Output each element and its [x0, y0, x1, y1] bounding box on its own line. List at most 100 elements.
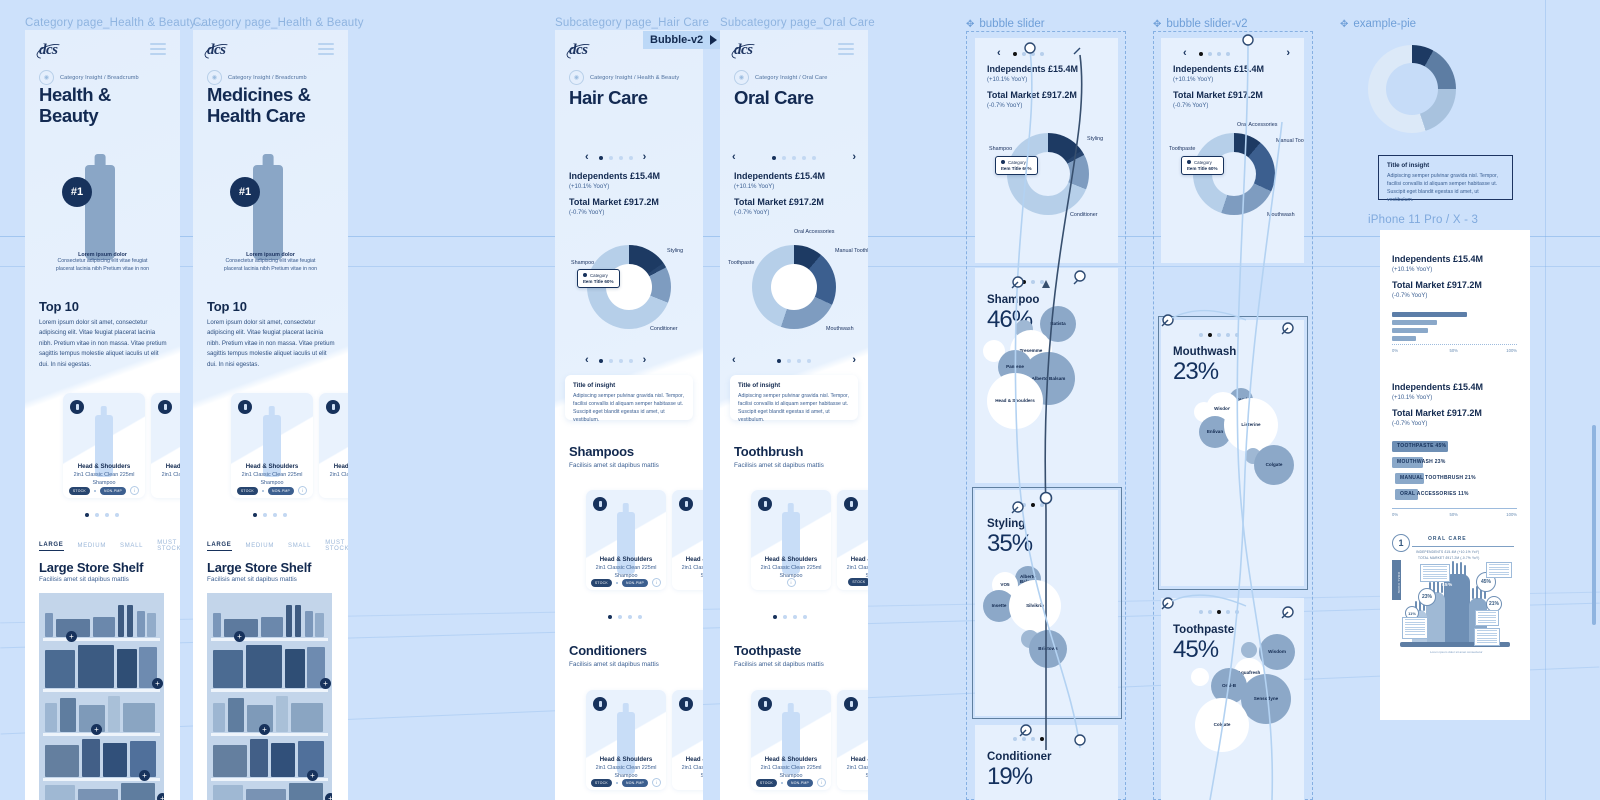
carousel-dots[interactable] [608, 615, 642, 619]
carousel-dots[interactable] [1199, 333, 1239, 337]
prev-arrow-icon[interactable]: ‹ [1183, 48, 1187, 59]
shelf-tabs[interactable]: LARGE MEDIUM SMALL MUST STOCK [39, 540, 180, 552]
product-card[interactable]: Head & Shoulders 2in1 Classic Clean 225m… [837, 690, 868, 790]
carousel-dots[interactable] [1013, 737, 1044, 741]
breadcrumb[interactable]: ◉ Category Insight / Breadcrumb [39, 70, 139, 85]
bubble-slide-mouthwash[interactable]: Mouthwash 23% Corsodyl Wisdom Enlivan Li… [1161, 320, 1304, 586]
insight-card[interactable]: Title of insight Adipiscing semper pulvi… [565, 375, 693, 423]
dot[interactable] [273, 513, 277, 517]
hotspot-icon[interactable]: + [66, 631, 77, 642]
bookmark-icon[interactable] [679, 497, 693, 511]
phone-frame-oral-care[interactable]: dcs ◉ Category Insight / Oral Care Oral … [720, 30, 868, 800]
tab-medium[interactable]: MEDIUM [78, 543, 107, 549]
dot[interactable] [1013, 737, 1017, 741]
hotspot-icon[interactable]: + [320, 678, 331, 689]
design-canvas[interactable]: Category page_Health & Beauty-... dcs ◉ … [0, 0, 1600, 800]
prev-arrow-icon[interactable]: ‹ [732, 152, 736, 163]
phone-frame-hair-care[interactable]: dcs ◉ Category Insight / Health & Beauty… [555, 30, 703, 800]
menu-icon[interactable] [150, 43, 166, 58]
dot[interactable] [1031, 52, 1035, 56]
group-label-bubble-slider[interactable]: ✥ bubble slider [966, 18, 1045, 30]
shelf-tabs[interactable]: LARGE MEDIUM SMALL MUST STOCK [207, 540, 348, 552]
stat-carousel[interactable]: ‹ › [585, 152, 646, 163]
bookmark-icon[interactable] [844, 497, 858, 511]
bookmark-icon[interactable] [158, 400, 172, 414]
bubble[interactable]: Colgate [1195, 698, 1249, 752]
dcs-logo[interactable]: dcs [207, 42, 226, 59]
dot[interactable] [1199, 52, 1203, 56]
store-shelf-image[interactable]: + + + + + + [207, 593, 332, 800]
dcs-logo[interactable]: dcs [734, 42, 753, 59]
dot[interactable] [1208, 52, 1212, 56]
stat-carousel[interactable]: ‹ › [732, 152, 856, 163]
carousel-dots[interactable] [1013, 503, 1044, 507]
insight-card[interactable]: Title of insight Adipiscing semper pulvi… [730, 375, 858, 423]
bookmark-icon[interactable] [593, 697, 607, 711]
bubble[interactable] [1241, 642, 1257, 658]
dot[interactable] [1208, 610, 1212, 614]
dot[interactable] [783, 615, 787, 619]
breadcrumb[interactable]: ◉ Category Insight / Health & Beauty [569, 70, 679, 85]
dot[interactable] [1217, 333, 1221, 337]
donut-chart-oral-care[interactable] [752, 245, 836, 329]
dot[interactable] [802, 155, 806, 160]
carousel-dots[interactable] [85, 513, 119, 517]
prev-arrow-icon[interactable]: ‹ [585, 355, 589, 366]
next-arrow-icon[interactable]: › [1286, 48, 1290, 59]
info-icon[interactable]: i [652, 578, 662, 587]
dcs-logo[interactable]: dcs [39, 42, 58, 59]
dot[interactable] [1199, 333, 1203, 337]
product-card[interactable]: Head & Shoulders 2in1 Classic Clean 225m… [63, 393, 145, 498]
product-card[interactable]: Head & Shoulders 2in1 Classic Clean 225m… [751, 690, 831, 790]
dot[interactable] [1217, 52, 1221, 56]
dot[interactable] [812, 155, 816, 160]
dot[interactable] [283, 513, 287, 517]
hotspot-icon[interactable]: + [307, 770, 318, 781]
frame-label-iphone[interactable]: iPhone 11 Pro / X - 3 [1368, 214, 1478, 226]
dot[interactable] [782, 155, 786, 160]
dot[interactable] [1022, 503, 1026, 507]
dot[interactable] [608, 615, 612, 619]
product-card[interactable]: Head & Shoulders 2in1 Classic Clean 225m… [672, 690, 703, 790]
bubble[interactable] [1191, 668, 1209, 686]
bubble[interactable]: Sensodyne [1241, 674, 1291, 724]
hotspot-icon[interactable]: + [91, 724, 102, 735]
dot[interactable] [1199, 610, 1203, 614]
tab-large[interactable]: LARGE [207, 542, 232, 551]
dot[interactable] [1226, 333, 1230, 337]
dot[interactable] [1235, 333, 1239, 337]
product-card[interactable]: Head & Shoulders 2in1 Classic Clean 225m… [751, 490, 831, 590]
next-arrow-icon[interactable]: › [643, 355, 647, 366]
bubble[interactable]: Head & Shoulders [987, 373, 1043, 429]
tab-must-stock[interactable]: MUST STOCK [157, 540, 180, 552]
info-icon[interactable]: i [652, 778, 662, 787]
dot[interactable] [1226, 52, 1230, 56]
dot[interactable] [793, 615, 797, 619]
dot[interactable] [638, 615, 642, 619]
dot[interactable] [1226, 610, 1230, 614]
bookmark-icon[interactable] [679, 697, 693, 711]
frame-label-0[interactable]: Category page_Health & Beauty-... [25, 17, 210, 29]
dot[interactable] [1031, 503, 1035, 507]
bubble-slide-v2-donut[interactable]: ‹ › Independents £15.4M (+10.1% YooY) To… [1161, 38, 1304, 263]
phone-frame-iphone-11-pro[interactable]: Independents £15.4M (+10.1% YooY) Total … [1380, 230, 1530, 720]
product-card[interactable]: Head & Shoulders 2in1 Classic Clean 225m… [231, 393, 313, 498]
dot[interactable] [105, 513, 109, 517]
bubble[interactable]: Listerine [1224, 398, 1278, 452]
dot[interactable] [1040, 503, 1044, 507]
hotspot-icon[interactable]: + [157, 793, 164, 800]
dot[interactable] [1013, 503, 1017, 507]
bookmark-icon[interactable] [758, 697, 772, 711]
info-icon[interactable]: i [298, 486, 308, 495]
bubble-slide-shampoo[interactable]: Shampoo 46% Batista Tresemme Pantene Alb… [975, 268, 1118, 483]
dot[interactable] [787, 358, 791, 363]
info-icon[interactable]: i [130, 486, 140, 495]
dot[interactable] [1040, 280, 1044, 284]
dot[interactable] [1217, 610, 1221, 614]
bubble-slide-toothpaste[interactable]: Toothpaste 45% Wisdom Aquafresh Oral-B S… [1161, 598, 1304, 800]
dot[interactable] [807, 358, 811, 363]
dot[interactable] [598, 358, 603, 363]
bar-chart-subcategory[interactable]: TOOTHPASTE 45% MOUTHWASH 23% MANUAL TOOT… [1392, 441, 1517, 518]
dot[interactable] [1013, 280, 1017, 284]
product-card[interactable]: Head & Shoulders 2in1 Classic Clean 225m… [319, 393, 348, 498]
